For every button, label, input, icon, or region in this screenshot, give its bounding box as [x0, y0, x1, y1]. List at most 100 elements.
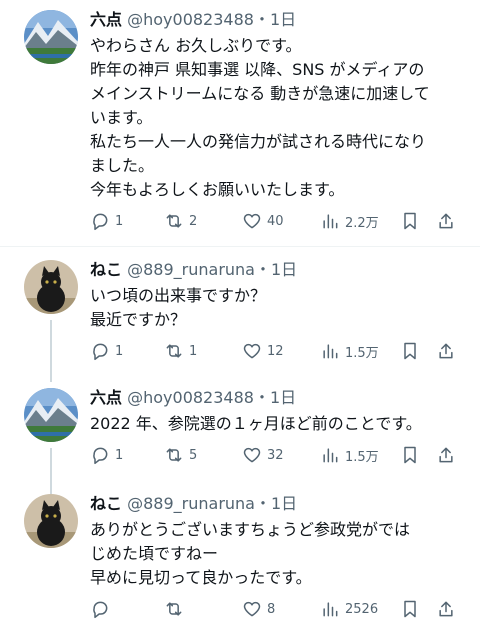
reply-icon: [93, 601, 108, 619]
display-name[interactable]: ねこ: [90, 260, 122, 279]
views-chart-icon: [323, 214, 338, 229]
view-count: 2.2万: [345, 215, 379, 231]
views-chart-icon: [323, 344, 338, 359]
view-count: 1.5万: [345, 345, 379, 361]
tweet-text: いつ頃の出来事ですか？ 最近ですか？: [90, 284, 464, 332]
tweet-text-line: じめた頃ですねー: [90, 544, 219, 563]
retweet-icon: [166, 214, 182, 228]
share-button[interactable]: [436, 210, 456, 232]
tweet-text: ありがとうございますちょうど参政党がでは じめた頃ですねー 早めに見切って良かっ…: [90, 518, 464, 590]
tweet-text-line: 今年もよろしくお願いいたします。: [90, 180, 345, 199]
tweet[interactable]: ねこ @889_runaruna・1日 いつ頃の出来事ですか？ 最近ですか？ 1…: [0, 260, 480, 382]
retweet-button[interactable]: 2: [164, 210, 197, 232]
tweet-header: 六点 @hoy00823488・1日: [90, 10, 296, 30]
avatar[interactable]: [24, 10, 78, 64]
bookmark-button[interactable]: [400, 444, 420, 466]
user-handle[interactable]: @889_runaruna: [127, 260, 255, 279]
avatar[interactable]: [24, 494, 78, 548]
like-button[interactable]: 12: [242, 340, 284, 362]
reply-icon: [93, 447, 108, 465]
avatar[interactable]: [24, 388, 78, 442]
avatar[interactable]: [24, 260, 78, 314]
views-button[interactable]: 1.5万: [320, 340, 379, 362]
reply-button[interactable]: 1: [90, 210, 123, 232]
tweet-text-line: やわらさん お久しぶりです。: [90, 36, 302, 55]
share-button[interactable]: [436, 444, 456, 466]
retweet-count: 2: [189, 213, 198, 229]
tweet-header: ねこ @889_runaruna・1日: [90, 494, 297, 514]
display-name[interactable]: 六点: [90, 388, 122, 407]
tweet-text-line: 最近ですか？: [90, 310, 187, 329]
bookmark-button[interactable]: [400, 340, 420, 362]
tweet-header: 六点 @hoy00823488・1日: [90, 388, 296, 408]
display-name[interactable]: 六点: [90, 10, 122, 29]
tweet-text-line: います。: [90, 108, 153, 127]
bookmark-button[interactable]: [400, 210, 420, 232]
heart-icon: [243, 213, 261, 229]
mountain-avatar-image: [24, 388, 78, 442]
tweet-text-line: ました。: [90, 156, 155, 175]
thread-line: [50, 320, 52, 382]
bookmark-icon: [404, 600, 416, 618]
tweet-text-line: 2022 年、参院選の１ヶ月ほど前のことです。: [90, 414, 422, 433]
black-cat-avatar-image: [24, 260, 78, 314]
mountain-avatar-image: [24, 10, 78, 64]
tweet-text: 2022 年、参院選の１ヶ月ほど前のことです。: [90, 412, 464, 436]
reply-button[interactable]: [90, 598, 115, 620]
views-button[interactable]: 1.5万: [320, 444, 379, 466]
tweet-actions: 8 2526: [90, 598, 460, 620]
divider: [0, 246, 480, 247]
retweet-button[interactable]: [164, 598, 189, 620]
timestamp[interactable]: ・1日: [254, 388, 296, 407]
retweet-icon: [166, 344, 182, 358]
heart-icon: [243, 343, 261, 359]
tweet-text-line: 早めに見切って良かったです。: [90, 568, 312, 587]
retweet-button[interactable]: 1: [164, 340, 197, 362]
heart-icon: [243, 447, 261, 463]
like-count: 40: [267, 213, 284, 229]
reply-button[interactable]: 1: [90, 340, 123, 362]
share-button[interactable]: [436, 598, 456, 620]
reply-count: 1: [115, 447, 124, 463]
heart-icon: [243, 601, 261, 617]
timestamp[interactable]: ・1日: [254, 10, 296, 29]
black-cat-avatar-image: [24, 494, 78, 548]
tweet-text-line: メインストリームになる 動きが急速に加速して: [90, 84, 430, 103]
like-button[interactable]: 32: [242, 444, 284, 466]
retweet-icon: [166, 448, 182, 462]
retweet-icon: [166, 602, 182, 616]
reply-count: 1: [115, 213, 124, 229]
user-handle[interactable]: @hoy00823488: [127, 10, 254, 29]
reply-icon: [93, 213, 108, 231]
tweet-header: ねこ @889_runaruna・1日: [90, 260, 297, 280]
views-button[interactable]: 2.2万: [320, 210, 379, 232]
display-name[interactable]: ねこ: [90, 494, 122, 513]
share-button[interactable]: [436, 340, 456, 362]
views-chart-icon: [323, 448, 338, 463]
retweet-button[interactable]: 5: [164, 444, 197, 466]
reply-button[interactable]: 1: [90, 444, 123, 466]
thread-line: [50, 448, 52, 494]
share-icon: [439, 343, 453, 359]
user-handle[interactable]: @hoy00823488: [127, 388, 254, 407]
timestamp[interactable]: ・1日: [255, 260, 297, 279]
views-button[interactable]: 2526: [320, 598, 378, 620]
tweet-text-line: いつ頃の出来事ですか？: [90, 286, 267, 305]
reply-icon: [93, 343, 108, 361]
like-button[interactable]: 40: [242, 210, 284, 232]
tweet-actions: 1 1 12 1.5万: [90, 340, 460, 362]
tweet[interactable]: 六点 @hoy00823488・1日 やわらさん お久しぶりです。 昨年の神戸 …: [0, 10, 480, 232]
user-handle[interactable]: @889_runaruna: [127, 494, 255, 513]
like-count: 12: [267, 343, 284, 359]
bookmark-button[interactable]: [400, 598, 420, 620]
view-count: 2526: [345, 601, 379, 617]
tweet-actions: 1 5 32 1.5万: [90, 444, 460, 466]
bookmark-icon: [404, 446, 416, 464]
tweet-actions: 1 2 40 2.2万: [90, 210, 460, 232]
views-chart-icon: [323, 602, 338, 617]
tweet[interactable]: 六点 @hoy00823488・1日 2022 年、参院選の１ヶ月ほど前のことで…: [0, 388, 480, 494]
like-button[interactable]: 8: [242, 598, 275, 620]
share-icon: [439, 447, 453, 463]
timestamp[interactable]: ・1日: [255, 494, 297, 513]
tweet[interactable]: ねこ @889_runaruna・1日 ありがとうございますちょうど参政党がでは…: [0, 494, 480, 624]
